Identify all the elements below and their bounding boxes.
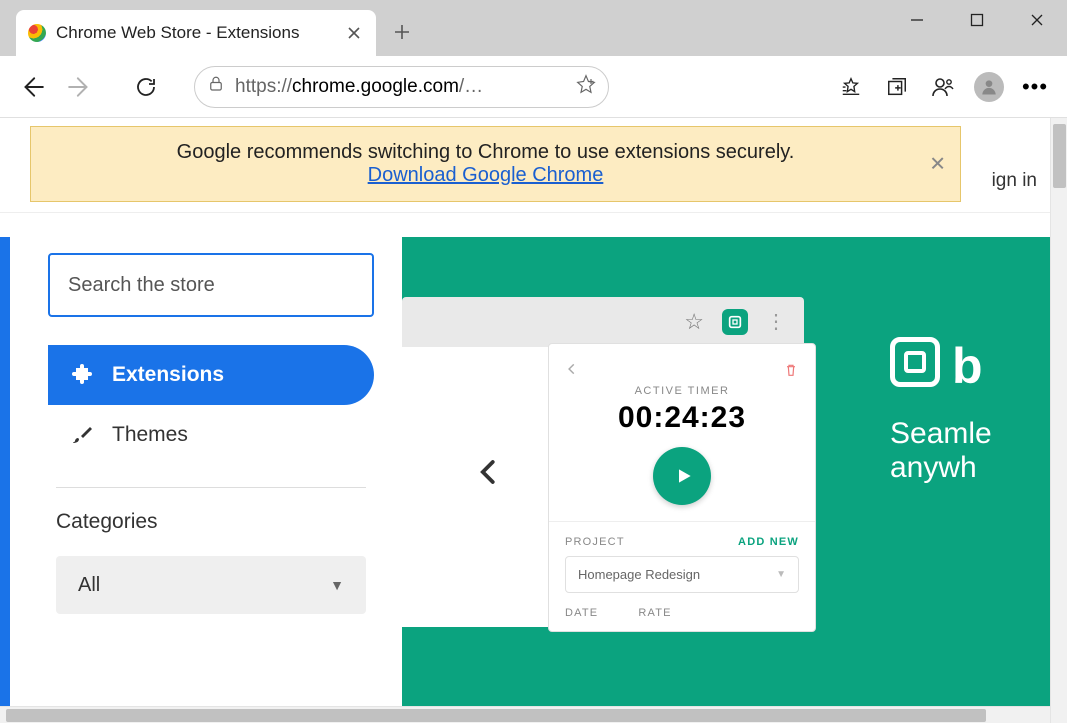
extensions-label: Extensions: [112, 363, 224, 387]
rate-label: RATE: [638, 607, 671, 619]
popup-back-icon[interactable]: [565, 362, 579, 381]
banner-close-icon[interactable]: ✕: [929, 152, 946, 177]
sidebar-separator: [56, 487, 366, 488]
page-content: Google recommends switching to Chrome to…: [0, 118, 1067, 723]
tab-title: Chrome Web Store - Extensions: [56, 23, 336, 43]
brand-tagline-1: Seamle: [890, 417, 1050, 451]
brand-letter: b: [952, 337, 983, 395]
chrome-recommendation-banner: Google recommends switching to Chrome to…: [30, 126, 961, 202]
hero-browser-toolbar: ☆ ⋮: [402, 297, 804, 347]
project-label: PROJECT: [565, 536, 625, 548]
chevron-down-icon: ▼: [776, 569, 786, 580]
date-label: DATE: [565, 607, 598, 619]
brush-icon: [70, 423, 94, 447]
new-tab-button[interactable]: [390, 20, 414, 44]
account-avatar[interactable]: [969, 67, 1009, 107]
hero-brand-panel: b Seamle anywh: [890, 337, 1050, 485]
hero-kebab-icon: ⋮: [766, 318, 786, 326]
vertical-scrollbar[interactable]: [1050, 118, 1067, 723]
refresh-button[interactable]: [126, 67, 166, 107]
favorites-list-icon[interactable]: [831, 67, 871, 107]
back-button[interactable]: [12, 67, 52, 107]
hero-extension-icon: [722, 309, 748, 335]
play-button[interactable]: [653, 447, 711, 505]
search-store-input[interactable]: Search the store: [48, 253, 374, 317]
categories-title: Categories: [56, 510, 390, 534]
settings-menu-button[interactable]: •••: [1015, 67, 1055, 107]
project-value: Homepage Redesign: [578, 567, 700, 582]
banner-text: Google recommends switching to Chrome to…: [51, 141, 920, 164]
category-selected-value: All: [78, 574, 100, 597]
minimize-button[interactable]: [887, 0, 947, 40]
brand-tagline-2: anywh: [890, 451, 1050, 485]
timer-value: 00:24:23: [565, 401, 799, 435]
timer-popup: ACTIVE TIMER 00:24:23 PROJECT ADD NEW Ho…: [548, 343, 816, 632]
maximize-button[interactable]: [947, 0, 1007, 40]
category-select[interactable]: All ▼: [56, 556, 366, 614]
close-tab-icon[interactable]: [346, 25, 362, 41]
puzzle-icon: [70, 363, 94, 387]
chevron-down-icon: ▼: [330, 577, 344, 593]
hero-carousel: ☆ ⋮ ACTIVE TIMER 00:24:23 PROJECT ADD NE…: [402, 237, 1050, 706]
project-select[interactable]: Homepage Redesign ▼: [565, 556, 799, 593]
horizontal-scrollbar[interactable]: [0, 706, 1050, 723]
add-new-link[interactable]: ADD NEW: [738, 536, 799, 548]
browser-toolbar: https://chrome.google.com/… •••: [0, 56, 1067, 118]
carousel-prev-button[interactable]: [474, 452, 504, 497]
sidebar-item-themes[interactable]: Themes: [48, 405, 374, 465]
sidebar: Search the store Extensions Themes Categ…: [10, 237, 390, 706]
active-timer-label: ACTIVE TIMER: [565, 385, 799, 397]
left-gutter: [0, 237, 10, 706]
profile-icon[interactable]: [923, 67, 963, 107]
popup-delete-icon[interactable]: [783, 362, 799, 383]
download-chrome-link[interactable]: Download Google Chrome: [368, 164, 604, 186]
sign-in-link[interactable]: ign in: [992, 170, 1037, 192]
lock-icon: [207, 75, 225, 98]
url-text: https://chrome.google.com/…: [235, 76, 566, 98]
forward-button: [60, 67, 100, 107]
collections-icon[interactable]: [877, 67, 917, 107]
chrome-favicon: [28, 24, 46, 42]
window-titlebar: Chrome Web Store - Extensions: [0, 0, 1067, 56]
browser-tab[interactable]: Chrome Web Store - Extensions: [16, 10, 376, 56]
window-controls: [887, 0, 1067, 40]
themes-label: Themes: [112, 423, 188, 447]
hero-star-icon: ☆: [684, 309, 704, 335]
address-bar[interactable]: https://chrome.google.com/…: [194, 66, 609, 108]
close-window-button[interactable]: [1007, 0, 1067, 40]
sidebar-item-extensions[interactable]: Extensions: [48, 345, 374, 405]
brand-logo-icon: [890, 337, 940, 387]
favorite-star-icon[interactable]: [576, 74, 596, 99]
